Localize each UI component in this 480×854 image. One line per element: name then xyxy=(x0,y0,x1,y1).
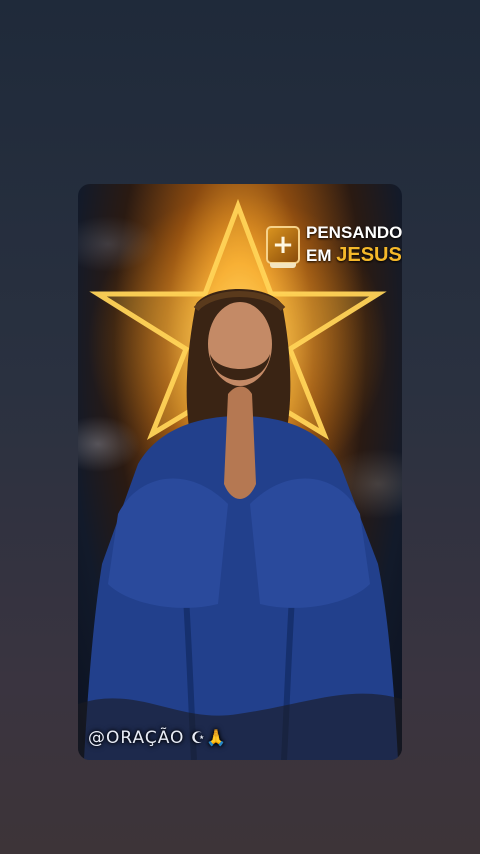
badge-title-highlight: JESUS xyxy=(336,244,402,266)
praying-figure xyxy=(78,289,402,760)
badge-title-line2: EM JESUS xyxy=(306,244,402,267)
handle-text: @ORAÇÃO xyxy=(88,728,185,748)
pensando-em-jesus-badge: + PENSANDO EM JESUS xyxy=(266,222,402,268)
account-handle[interactable]: @ORAÇÃO ☪🙏 xyxy=(88,728,227,748)
post-image-card[interactable]: + PENSANDO EM JESUS @ORAÇÃO ☪🙏 xyxy=(78,184,402,760)
praying-hands-icon: ☪🙏 xyxy=(190,728,228,747)
bible-plus-icon: + xyxy=(266,225,300,268)
badge-title-line1: PENSANDO xyxy=(306,223,402,242)
badge-title-prefix: EM xyxy=(306,246,332,265)
